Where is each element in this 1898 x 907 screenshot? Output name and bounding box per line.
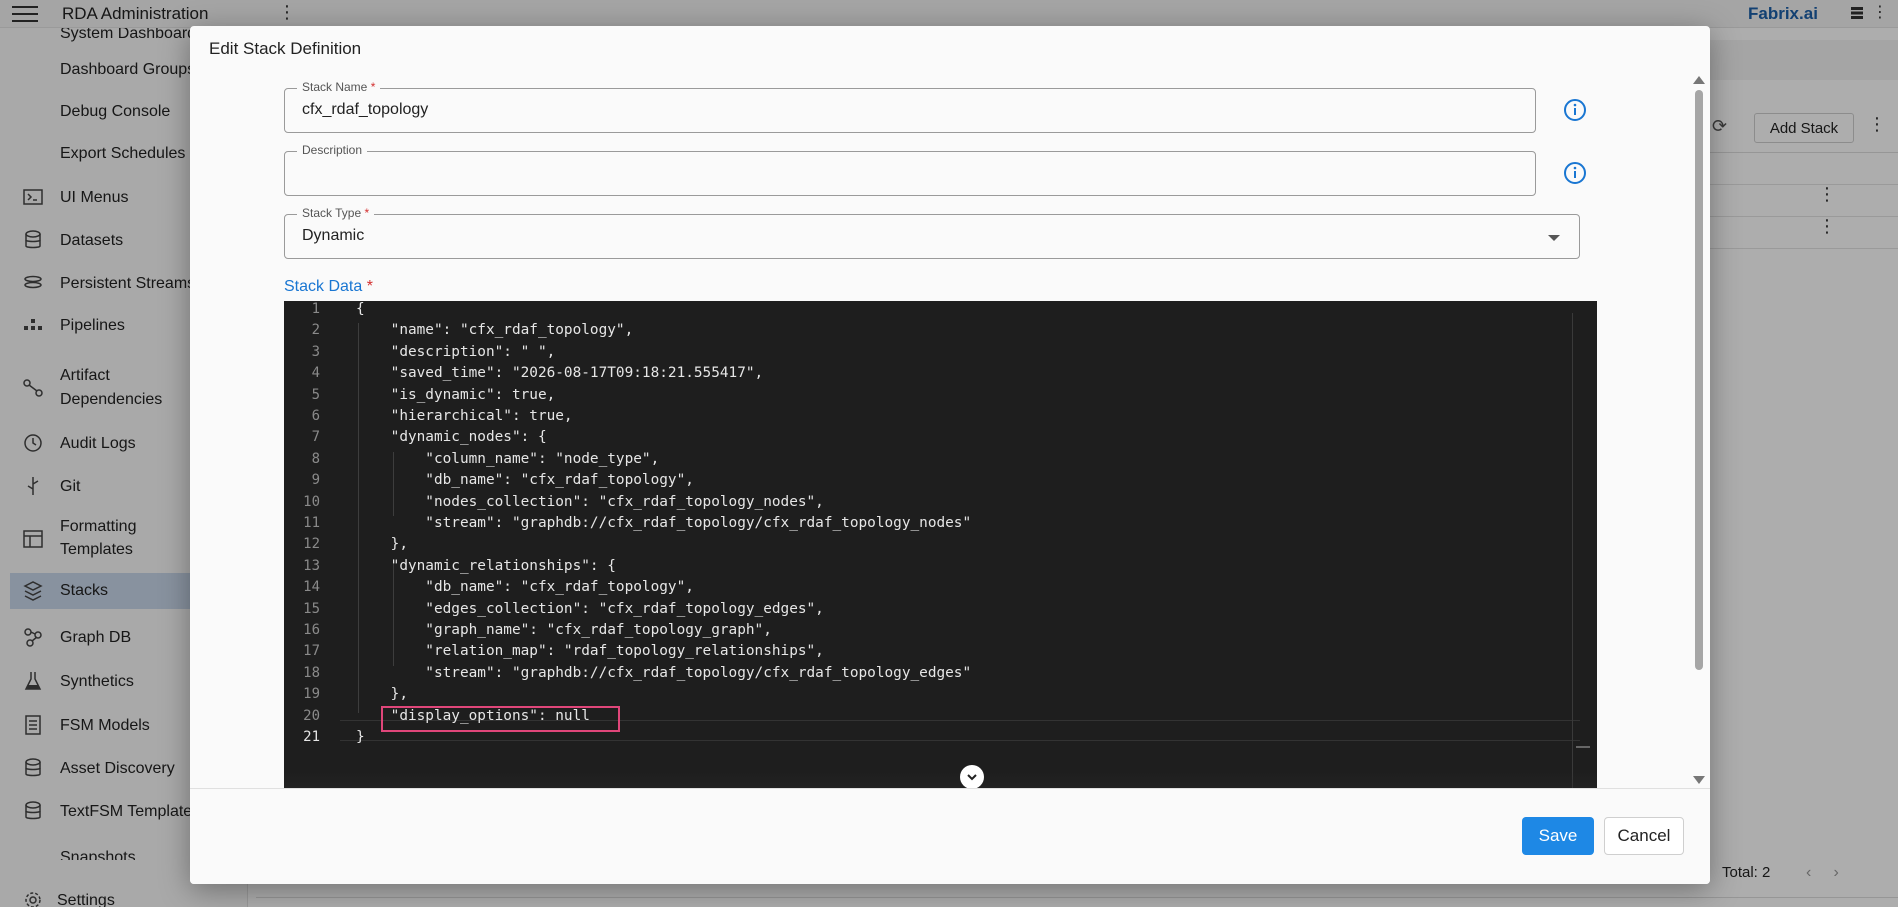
stack-type-value: Dynamic [302, 227, 365, 244]
stack-name-input[interactable]: cfx_rdaf_topology [302, 101, 428, 119]
code-line[interactable]: "hierarchical": true, [356, 408, 573, 424]
line-number: 4 [311, 365, 320, 382]
line-number: 16 [303, 622, 320, 638]
code-line[interactable]: "nodes_collection": "cfx_rdaf_topology_n… [356, 494, 824, 510]
chevron-down-icon[interactable] [1548, 235, 1560, 241]
code-line[interactable]: "saved_time": "2026-08-17T09:18:21.55541… [356, 365, 764, 381]
description-label: Description [297, 143, 368, 157]
code-line[interactable]: "dynamic_nodes": { [356, 429, 547, 445]
info-icon[interactable] [1563, 98, 1587, 122]
stack-data-label: Stack Data * [284, 278, 373, 295]
line-number: 10 [303, 493, 320, 510]
code-line[interactable]: "name": "cfx_rdaf_topology", [356, 322, 634, 338]
line-number: 13 [303, 557, 320, 574]
line-number: 6 [311, 408, 320, 424]
line-number-gutter: 1 2 3 4 5 6 7 8 9 10 11 12 13 14 15 16 17 18 19 20 21 [284, 301, 340, 813]
line-number: 11 [303, 515, 320, 531]
scroll-up-icon[interactable] [1693, 76, 1705, 84]
expand-chevron-icon[interactable] [960, 765, 984, 789]
stack-type-label: Stack Type [302, 206, 362, 220]
code-line[interactable]: } [356, 729, 365, 745]
code-line[interactable]: }, [356, 686, 408, 702]
line-number: 20 [303, 707, 320, 724]
edit-stack-dialog: Edit Stack Definition Stack Name * cfx_r… [190, 26, 1710, 884]
dialog-title: Edit Stack Definition [209, 39, 362, 58]
code-line[interactable]: "is_dynamic": true, [356, 387, 556, 403]
line-number: 21 [303, 729, 320, 745]
line-number: 1 [311, 301, 320, 317]
line-number: 14 [303, 579, 320, 596]
stack-type-select[interactable]: Stack Type * Dynamic [284, 206, 1580, 259]
line-number: 12 [303, 536, 320, 553]
line-number: 7 [311, 429, 320, 446]
minimap-border [1572, 313, 1573, 793]
cancel-button[interactable]: Cancel [1604, 817, 1684, 855]
code-line[interactable]: "graph_name": "cfx_rdaf_topology_graph", [356, 622, 772, 638]
code-line[interactable]: }, [356, 536, 408, 552]
line-number: 17 [303, 643, 320, 660]
stack-name-label: Stack Name [302, 80, 368, 94]
line-number: 18 [303, 664, 320, 681]
line-number: 9 [311, 472, 320, 489]
code-line[interactable]: "db_name": "cfx_rdaf_topology", [356, 472, 694, 488]
line-number: 19 [303, 686, 320, 703]
code-line[interactable]: "db_name": "cfx_rdaf_topology", [356, 579, 694, 595]
code-line[interactable]: "relation_map": "rdaf_topology_relations… [356, 643, 824, 659]
info-icon[interactable] [1563, 161, 1587, 185]
code-line[interactable]: { [356, 301, 365, 317]
line-number: 15 [303, 600, 320, 617]
highlight-annotation [381, 706, 620, 732]
code-line[interactable]: "description": " ", [356, 344, 556, 360]
code-line[interactable]: "edges_collection": "cfx_rdaf_topology_e… [356, 601, 824, 617]
code-line[interactable]: "stream": "graphdb://cfx_rdaf_topology/c… [356, 665, 971, 681]
line-number: 3 [311, 343, 320, 360]
scroll-down-icon[interactable] [1693, 776, 1705, 784]
minimap-marker [1576, 746, 1590, 748]
code-line[interactable]: "stream": "graphdb://cfx_rdaf_topology/c… [356, 515, 971, 531]
line-number: 8 [311, 450, 320, 467]
stack-name-field[interactable]: Stack Name * cfx_rdaf_topology [284, 80, 1536, 133]
code-line[interactable]: "column_name": "node_type", [356, 451, 659, 467]
save-button[interactable]: Save [1522, 817, 1594, 855]
scrollbar-thumb[interactable] [1695, 90, 1703, 670]
line-number: 2 [311, 322, 320, 339]
dialog-footer [190, 788, 1710, 884]
line-number: 5 [311, 386, 320, 403]
code-line[interactable]: "dynamic_relationships": { [356, 558, 616, 574]
code-editor[interactable]: 1 2 3 4 5 6 7 8 9 10 11 12 13 14 15 16 17 18 19 20 21 { "nam… [284, 301, 1597, 813]
description-field[interactable]: Description [284, 143, 1536, 196]
